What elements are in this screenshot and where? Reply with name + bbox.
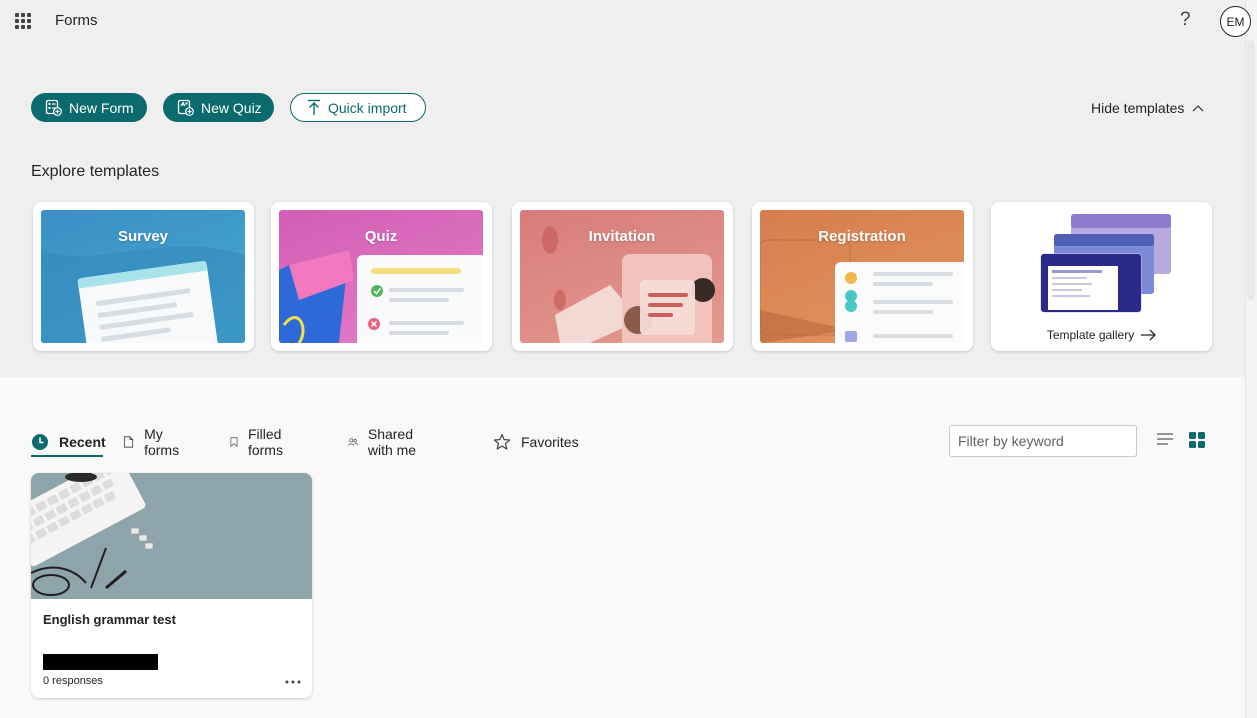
- new-form-button[interactable]: New Form: [31, 93, 147, 122]
- redacted-info: [43, 654, 158, 670]
- more-options-button[interactable]: [283, 675, 303, 687]
- list-view-button[interactable]: [1156, 432, 1174, 451]
- tab-favorites[interactable]: Favorites: [493, 428, 579, 456]
- tab-shared-with-me[interactable]: Shared with me: [348, 426, 421, 458]
- people-icon: [348, 438, 358, 446]
- explore-templates-heading: Explore templates: [31, 163, 160, 180]
- app-header: Forms ? EM: [0, 0, 1251, 44]
- registration-illustration: Registration: [760, 210, 964, 343]
- tab-recent[interactable]: Recent: [31, 428, 106, 456]
- bookmark-icon: [230, 437, 238, 447]
- template-title-quiz: Quiz: [364, 228, 398, 245]
- scrollbar-thumb[interactable]: [1247, 40, 1255, 300]
- document-icon: [123, 436, 134, 448]
- form-title: English grammar test: [43, 612, 176, 627]
- survey-illustration: Survey: [41, 210, 245, 343]
- hide-templates-label: Hide templates: [1091, 100, 1185, 116]
- quick-import-button[interactable]: Quick import: [290, 93, 426, 122]
- template-card-quiz[interactable]: Quiz: [271, 202, 492, 351]
- template-gallery-card[interactable]: Template gallery: [991, 202, 1212, 351]
- scrollbar[interactable]: [1245, 0, 1257, 718]
- template-card-survey[interactable]: Survey: [33, 202, 254, 351]
- new-form-label: New Form: [69, 99, 134, 116]
- tab-my-forms[interactable]: My forms: [123, 426, 184, 458]
- new-form-icon: [45, 99, 62, 116]
- template-gallery-link[interactable]: Template gallery: [991, 328, 1212, 342]
- app-launcher-icon[interactable]: [15, 13, 31, 29]
- template-card-invitation[interactable]: Invitation: [512, 202, 733, 351]
- arrow-right-icon: [1141, 329, 1157, 341]
- quiz-illustration: Quiz: [279, 210, 483, 343]
- filter-input[interactable]: [949, 425, 1137, 457]
- active-tab-indicator: [31, 455, 103, 457]
- template-card-registration[interactable]: Registration: [752, 202, 973, 351]
- template-title-invitation: Invitation: [588, 228, 656, 245]
- new-quiz-icon: [177, 99, 194, 116]
- form-card[interactable]: English grammar test 0 responses: [31, 473, 312, 698]
- grid-view-button[interactable]: [1189, 432, 1205, 453]
- upload-icon: [308, 99, 320, 115]
- tab-recent-label: Recent: [59, 434, 106, 450]
- grid-view-icon: [1189, 432, 1205, 448]
- template-title-survey: Survey: [117, 228, 169, 245]
- tab-favorites-label: Favorites: [521, 434, 579, 450]
- app-title[interactable]: Forms: [55, 12, 98, 29]
- form-thumbnail: [31, 473, 312, 599]
- quick-import-label: Quick import: [328, 99, 407, 116]
- hide-templates-button[interactable]: Hide templates: [1091, 100, 1204, 116]
- tab-filled-forms[interactable]: Filled forms: [230, 426, 289, 458]
- new-quiz-button[interactable]: New Quiz: [163, 93, 274, 122]
- new-quiz-label: New Quiz: [201, 99, 262, 116]
- invitation-illustration: Invitation: [520, 210, 724, 343]
- tab-shared-with-me-label: Shared with me: [367, 426, 417, 458]
- tab-filled-forms-label: Filled forms: [247, 426, 283, 458]
- more-icon: [285, 680, 301, 684]
- tab-my-forms-label: My forms: [144, 426, 180, 458]
- chevron-up-icon: [1192, 105, 1204, 112]
- form-responses: 0 responses: [43, 675, 103, 687]
- clock-icon: [32, 434, 48, 450]
- list-view-icon: [1157, 433, 1173, 445]
- template-gallery-illustration: [1040, 214, 1171, 313]
- avatar[interactable]: EM: [1220, 6, 1251, 37]
- help-icon[interactable]: ?: [1180, 9, 1191, 31]
- template-title-registration: Registration: [818, 228, 906, 245]
- template-gallery-label: Template gallery: [1046, 328, 1135, 342]
- star-icon: [493, 433, 511, 450]
